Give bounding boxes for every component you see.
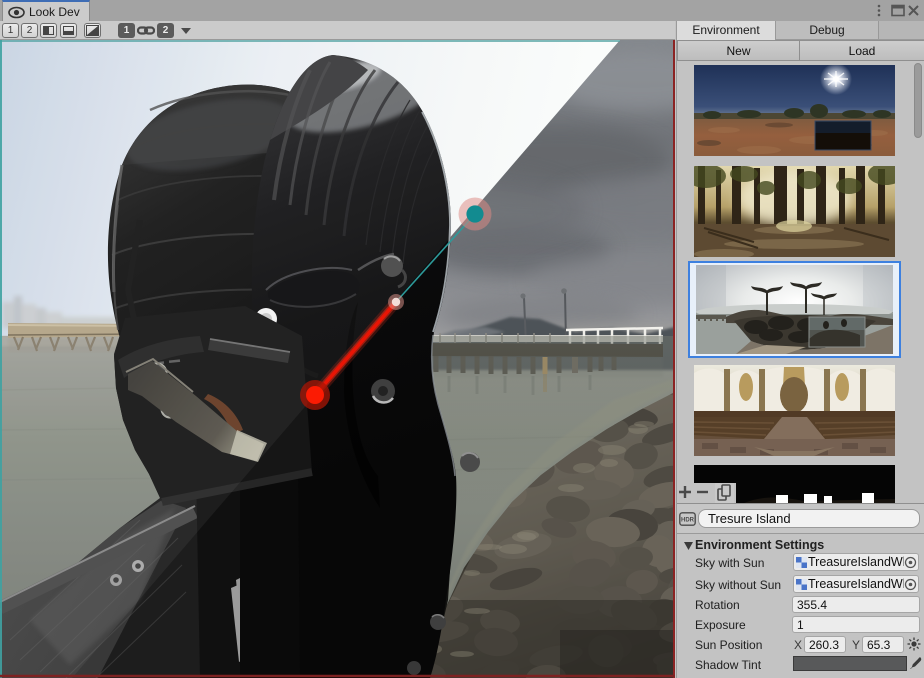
svg-text:HDR: HDR — [681, 518, 695, 524]
